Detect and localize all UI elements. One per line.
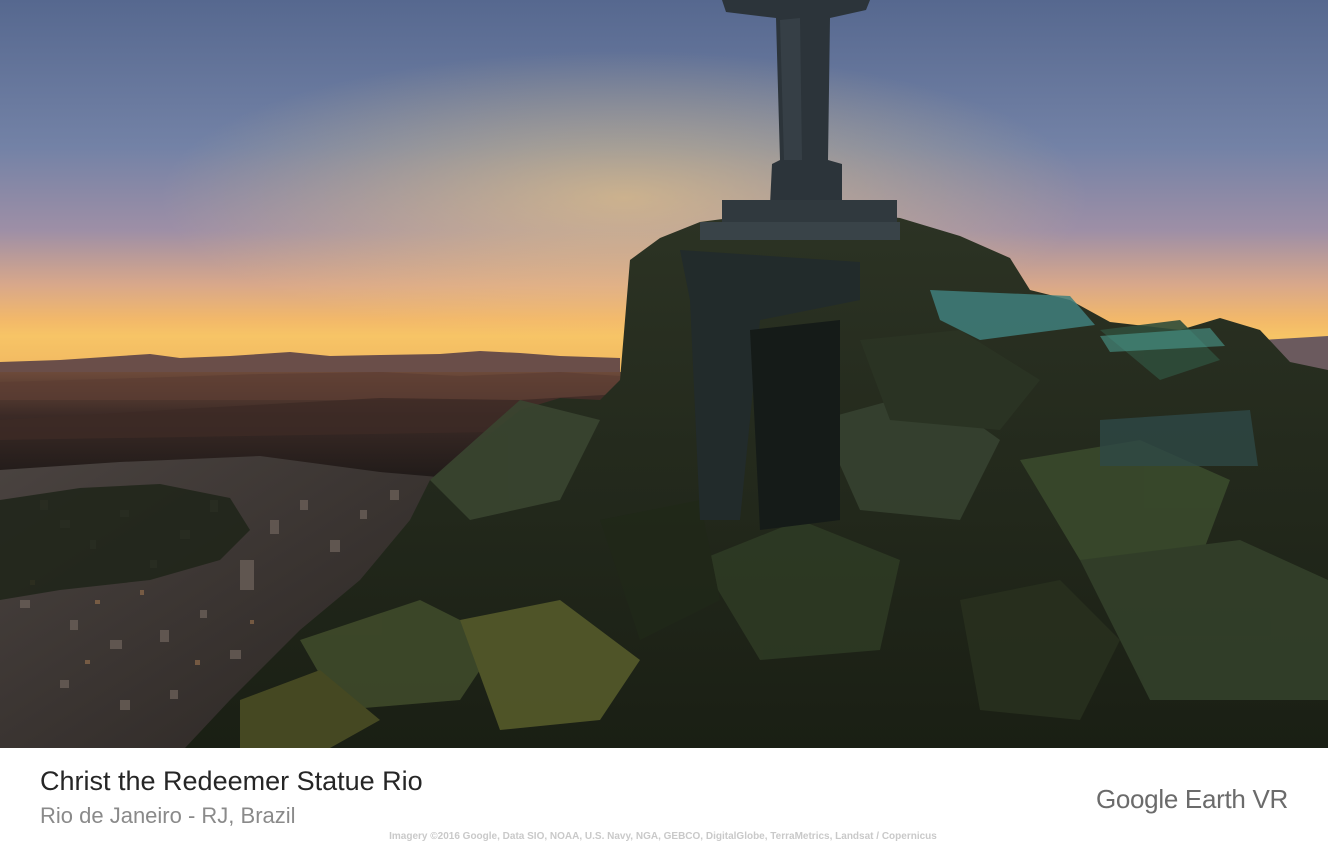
place-subtitle: Rio de Janeiro - RJ, Brazil	[40, 803, 296, 828]
earth-vr-viewport[interactable]	[0, 0, 1328, 748]
scene-image	[0, 0, 1328, 748]
imagery-attribution: Imagery ©2016 Google, Data SIO, NOAA, U.…	[0, 831, 1328, 842]
attribution-text: Imagery ©2016 Google, Data SIO, NOAA, U.…	[389, 831, 937, 842]
info-footer: Christ the Redeemer Statue Rio Rio de Ja…	[0, 748, 1328, 848]
google-earth-vr-logo: Google Earth VR	[1095, 784, 1288, 814]
place-title: Christ the Redeemer Statue Rio	[40, 766, 423, 796]
